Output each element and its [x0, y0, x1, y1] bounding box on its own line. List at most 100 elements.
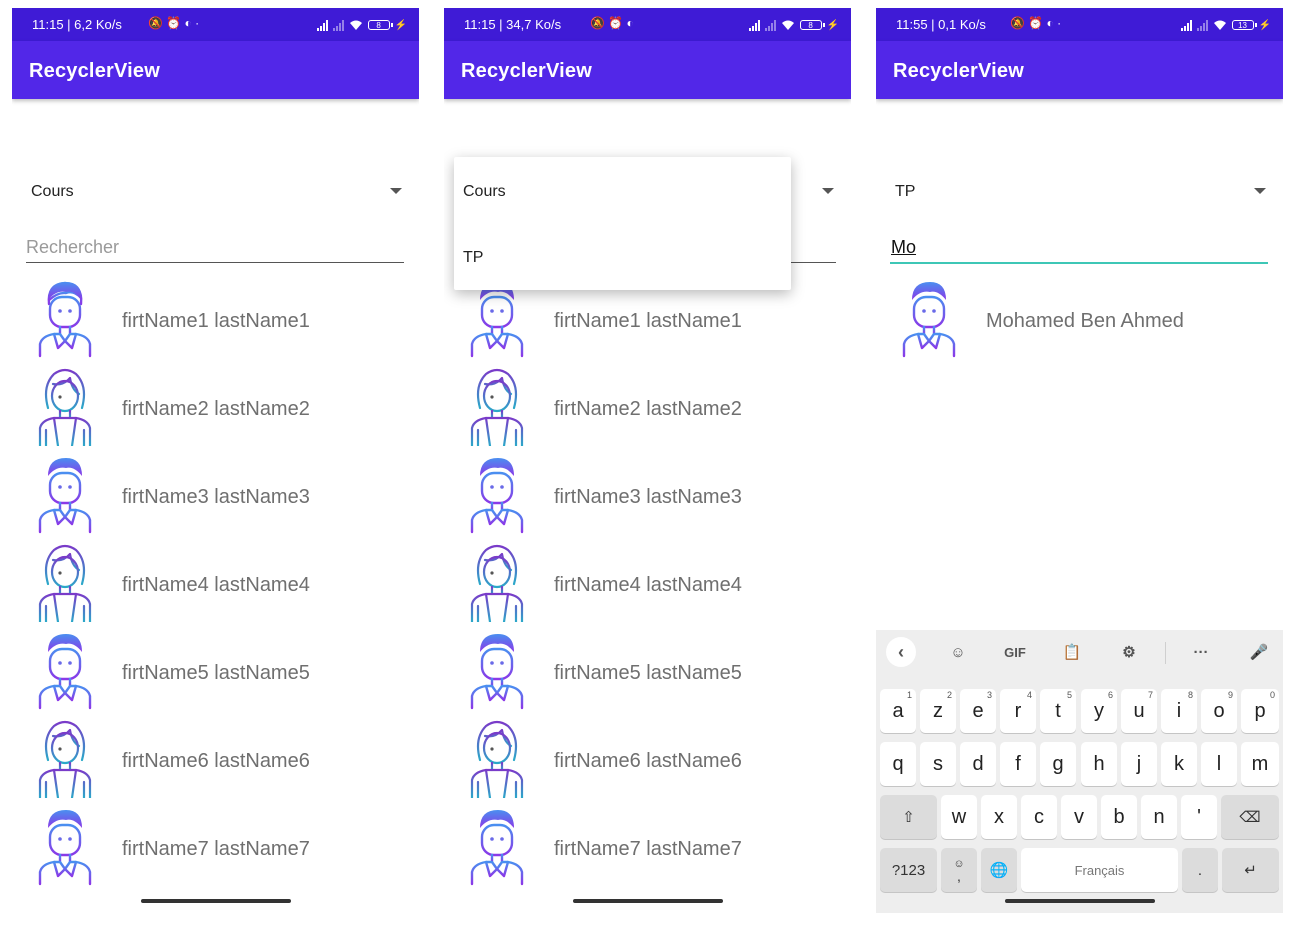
- search-field[interactable]: Mo: [890, 234, 1268, 264]
- key-e[interactable]: e3: [960, 689, 996, 733]
- toolbar-divider: [1165, 642, 1166, 664]
- app-bar: RecyclerView: [876, 41, 1283, 99]
- numbers-key[interactable]: ?123: [880, 848, 937, 892]
- list-item[interactable]: firtName5 lastName5: [444, 628, 851, 716]
- male-avatar-icon: [470, 282, 524, 358]
- key-a[interactable]: a1: [880, 689, 916, 733]
- list-item[interactable]: firtName3 lastName3: [12, 452, 419, 540]
- item-name: firtName3 lastName3: [122, 486, 310, 508]
- status-time-speed: 11:15 | 34,7 Ko/s: [464, 17, 562, 32]
- list-item[interactable]: firtName3 lastName3: [444, 452, 851, 540]
- status-time-speed: 11:55 | 0,1 Ko/s: [896, 17, 986, 32]
- list-item[interactable]: firtName2 lastName2: [444, 364, 851, 452]
- list-item[interactable]: Mohamed Ben Ahmed: [876, 276, 1283, 364]
- battery-icon: 8: [367, 20, 393, 30]
- dropdown-option-tp[interactable]: TP: [463, 249, 483, 267]
- key-d[interactable]: d: [960, 742, 996, 786]
- key-apostrophe[interactable]: ': [1181, 795, 1217, 839]
- key-j[interactable]: j: [1121, 742, 1157, 786]
- shift-key[interactable]: ⇧: [880, 795, 937, 839]
- key-m[interactable]: m: [1241, 742, 1279, 786]
- key-o[interactable]: o9: [1201, 689, 1237, 733]
- sticker-icon[interactable]: ☺: [946, 640, 970, 664]
- key-label: a: [892, 699, 904, 722]
- key-hint: 0: [1269, 690, 1275, 700]
- back-chevron-icon[interactable]: ‹: [886, 637, 916, 667]
- key-n[interactable]: n: [1141, 795, 1177, 839]
- gesture-nav-bar[interactable]: [573, 899, 723, 903]
- list-item[interactable]: firtName7 lastName7: [12, 804, 419, 892]
- key-p[interactable]: p0: [1241, 689, 1279, 733]
- key-label: o: [1213, 699, 1225, 722]
- item-name: firtName5 lastName5: [122, 662, 310, 684]
- key-r[interactable]: r4: [1000, 689, 1036, 733]
- female-avatar-icon: [38, 544, 92, 622]
- key-c[interactable]: c: [1021, 795, 1057, 839]
- list-item[interactable]: firtName1 lastName1: [12, 276, 419, 364]
- item-name: firtName3 lastName3: [554, 486, 742, 508]
- mic-icon[interactable]: 🎤: [1247, 640, 1271, 664]
- gif-button[interactable]: GIF: [1000, 640, 1030, 664]
- key-w[interactable]: w: [941, 795, 977, 839]
- male-avatar-icon: [38, 810, 92, 886]
- list-item[interactable]: firtName4 lastName4: [444, 540, 851, 628]
- key-i[interactable]: i8: [1161, 689, 1197, 733]
- key-s[interactable]: s: [920, 742, 956, 786]
- more-icon[interactable]: ···: [1189, 640, 1213, 664]
- keyboard-toolbar: ‹ ☺ GIF 📋 ⚙ ··· 🎤: [876, 630, 1283, 674]
- key-k[interactable]: k: [1161, 742, 1197, 786]
- key-u[interactable]: u7: [1121, 689, 1157, 733]
- enter-key[interactable]: ↵: [1222, 848, 1279, 892]
- status-alarm-icons: 🔕 ⏰ ◐: [590, 16, 634, 30]
- status-alarm-icons: 🔕 ⏰ ◐ ·: [148, 16, 200, 30]
- item-name: firtName4 lastName4: [122, 574, 310, 596]
- spinner-dropdown-menu: Cours TP: [454, 157, 791, 290]
- key-z[interactable]: z2: [920, 689, 956, 733]
- list-item[interactable]: firtName5 lastName5: [12, 628, 419, 716]
- key-x[interactable]: x: [981, 795, 1017, 839]
- settings-icon[interactable]: ⚙: [1117, 640, 1141, 664]
- category-spinner[interactable]: TP: [890, 172, 1270, 208]
- period-key[interactable]: .: [1182, 848, 1218, 892]
- list-item[interactable]: firtName6 lastName6: [12, 716, 419, 804]
- key-g[interactable]: g: [1040, 742, 1076, 786]
- item-name: firtName7 lastName7: [122, 838, 310, 860]
- item-name: firtName1 lastName1: [122, 310, 310, 332]
- item-name: firtName6 lastName6: [122, 750, 310, 772]
- item-name: firtName4 lastName4: [554, 574, 742, 596]
- backspace-key[interactable]: ⌫: [1221, 795, 1279, 839]
- search-field[interactable]: [26, 234, 404, 263]
- key-label: p: [1254, 699, 1266, 722]
- clipboard-icon[interactable]: 📋: [1060, 640, 1084, 664]
- list-item[interactable]: firtName6 lastName6: [444, 716, 851, 804]
- shift-icon: ⇧: [902, 809, 915, 826]
- key-label: r: [1014, 699, 1022, 722]
- key-t[interactable]: t5: [1040, 689, 1076, 733]
- key-q[interactable]: q: [880, 742, 916, 786]
- signal-icon: [316, 19, 328, 31]
- space-bar[interactable]: Français: [1021, 848, 1178, 892]
- language-key[interactable]: 🌐: [981, 848, 1017, 892]
- app-title: RecyclerView: [29, 60, 161, 82]
- key-b[interactable]: b: [1101, 795, 1137, 839]
- search-input[interactable]: [26, 234, 404, 260]
- key-f[interactable]: f: [1000, 742, 1036, 786]
- category-spinner[interactable]: Cours: [26, 172, 406, 208]
- key-y[interactable]: y6: [1081, 689, 1117, 733]
- gesture-nav-bar[interactable]: [141, 899, 291, 903]
- list-item[interactable]: firtName7 lastName7: [444, 804, 851, 892]
- key-hint: 9: [1227, 690, 1233, 700]
- app-bar: RecyclerView: [444, 41, 851, 99]
- gesture-nav-bar[interactable]: [1005, 899, 1155, 903]
- key-v[interactable]: v: [1061, 795, 1097, 839]
- item-name: firtName6 lastName6: [554, 750, 742, 772]
- list-item[interactable]: firtName4 lastName4: [12, 540, 419, 628]
- key-h[interactable]: h: [1081, 742, 1117, 786]
- key-l[interactable]: l: [1201, 742, 1237, 786]
- list-item[interactable]: firtName2 lastName2: [12, 364, 419, 452]
- dropdown-option-cours[interactable]: Cours: [463, 183, 506, 201]
- emoji-comma-key[interactable]: ☺ ,: [941, 848, 977, 892]
- search-input[interactable]: Mo: [891, 237, 916, 258]
- enter-icon: ↵: [1244, 862, 1257, 879]
- signal-icon: [1180, 19, 1192, 31]
